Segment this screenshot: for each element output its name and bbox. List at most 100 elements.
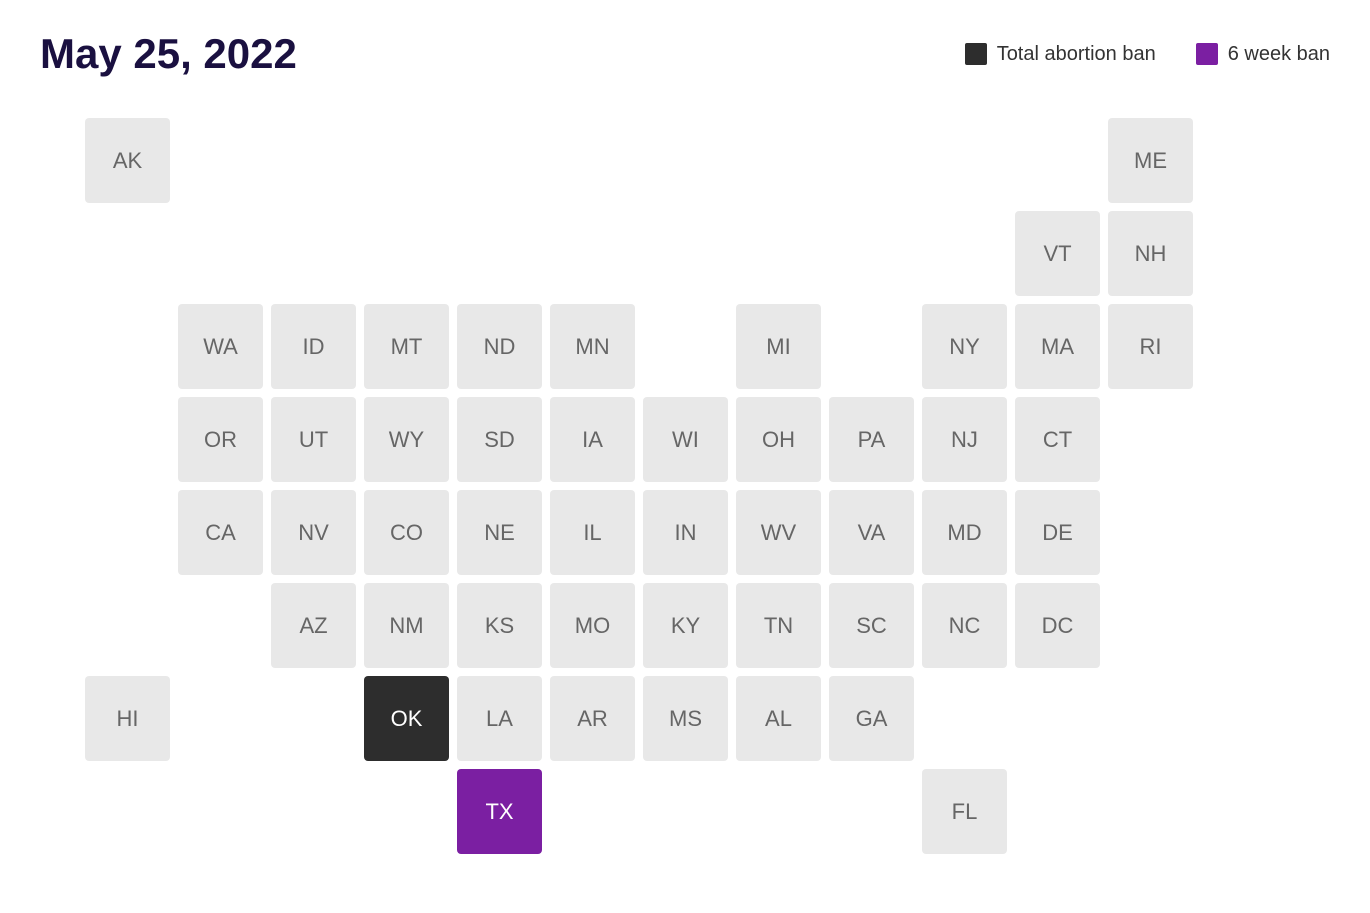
state-tx[interactable]: TX [457,769,542,854]
state-nv[interactable]: NV [271,490,356,575]
state-me[interactable]: ME [1108,118,1193,203]
empty-cell [178,769,263,854]
page-title: May 25, 2022 [40,30,297,78]
state-md[interactable]: MD [922,490,1007,575]
legend-total-ban: Total abortion ban [965,43,1156,66]
state-ar[interactable]: AR [550,676,635,761]
empty-cell [736,118,821,203]
state-grid: AK MEVTNH WAIDMTNDMN MI NYMARI ORUTWYSDIAWIOH… [85,118,1285,854]
state-sc[interactable]: SC [829,583,914,668]
empty-cell [829,769,914,854]
state-ne[interactable]: NE [457,490,542,575]
state-nc[interactable]: NC [922,583,1007,668]
state-or[interactable]: OR [178,397,263,482]
empty-cell [178,676,263,761]
empty-cell [364,769,449,854]
state-mi[interactable]: MI [736,304,821,389]
empty-cell [1108,769,1193,854]
state-ky[interactable]: KY [643,583,728,668]
state-mt[interactable]: MT [364,304,449,389]
empty-cell [922,676,1007,761]
empty-cell [643,118,728,203]
state-nm[interactable]: NM [364,583,449,668]
empty-cell [922,118,1007,203]
state-wa[interactable]: WA [178,304,263,389]
state-ks[interactable]: KS [457,583,542,668]
total-ban-label: Total abortion ban [997,43,1156,66]
empty-cell [1015,769,1100,854]
state-sd[interactable]: SD [457,397,542,482]
state-ri[interactable]: RI [1108,304,1193,389]
state-mo[interactable]: MO [550,583,635,668]
state-va[interactable]: VA [829,490,914,575]
state-wv[interactable]: WV [736,490,821,575]
legend: Total abortion ban 6 week ban [965,43,1330,66]
empty-cell [178,211,263,296]
state-vt[interactable]: VT [1015,211,1100,296]
state-wi[interactable]: WI [643,397,728,482]
state-nj[interactable]: NJ [922,397,1007,482]
six-week-ban-swatch [1196,43,1218,65]
state-ga[interactable]: GA [829,676,914,761]
state-nh[interactable]: NH [1108,211,1193,296]
state-nd[interactable]: ND [457,304,542,389]
state-dc[interactable]: DC [1015,583,1100,668]
empty-cell [271,676,356,761]
empty-cell [829,118,914,203]
us-map: AK MEVTNH WAIDMTNDMN MI NYMARI ORUTWYSDIAWIOH… [85,118,1285,854]
state-ma[interactable]: MA [1015,304,1100,389]
empty-cell [364,211,449,296]
empty-cell [550,211,635,296]
state-pa[interactable]: PA [829,397,914,482]
empty-cell [271,211,356,296]
empty-cell [271,118,356,203]
state-ca[interactable]: CA [178,490,263,575]
state-wy[interactable]: WY [364,397,449,482]
page-header: May 25, 2022 Total abortion ban 6 week b… [40,30,1330,78]
six-week-ban-label: 6 week ban [1228,43,1330,66]
empty-cell [550,769,635,854]
state-mn[interactable]: MN [550,304,635,389]
empty-cell [85,397,170,482]
state-ct[interactable]: CT [1015,397,1100,482]
empty-cell [922,211,1007,296]
empty-cell [271,769,356,854]
state-al[interactable]: AL [736,676,821,761]
state-az[interactable]: AZ [271,583,356,668]
empty-cell [85,769,170,854]
empty-cell [643,211,728,296]
empty-cell [1108,583,1193,668]
empty-cell [829,211,914,296]
empty-cell [85,583,170,668]
empty-cell [829,304,914,389]
empty-cell [1108,490,1193,575]
empty-cell [178,583,263,668]
state-in[interactable]: IN [643,490,728,575]
state-tn[interactable]: TN [736,583,821,668]
state-ok[interactable]: OK [364,676,449,761]
empty-cell [643,769,728,854]
empty-cell [1015,118,1100,203]
empty-cell [85,490,170,575]
state-hi[interactable]: HI [85,676,170,761]
empty-cell [457,118,542,203]
legend-six-week-ban: 6 week ban [1196,43,1330,66]
empty-cell [1015,676,1100,761]
empty-cell [1108,397,1193,482]
empty-cell [736,211,821,296]
state-id[interactable]: ID [271,304,356,389]
state-ak[interactable]: AK [85,118,170,203]
state-fl[interactable]: FL [922,769,1007,854]
state-ut[interactable]: UT [271,397,356,482]
empty-cell [85,211,170,296]
state-oh[interactable]: OH [736,397,821,482]
state-il[interactable]: IL [550,490,635,575]
state-ia[interactable]: IA [550,397,635,482]
state-de[interactable]: DE [1015,490,1100,575]
state-la[interactable]: LA [457,676,542,761]
state-ms[interactable]: MS [643,676,728,761]
state-ny[interactable]: NY [922,304,1007,389]
empty-cell [1108,676,1193,761]
state-co[interactable]: CO [364,490,449,575]
empty-cell [736,769,821,854]
